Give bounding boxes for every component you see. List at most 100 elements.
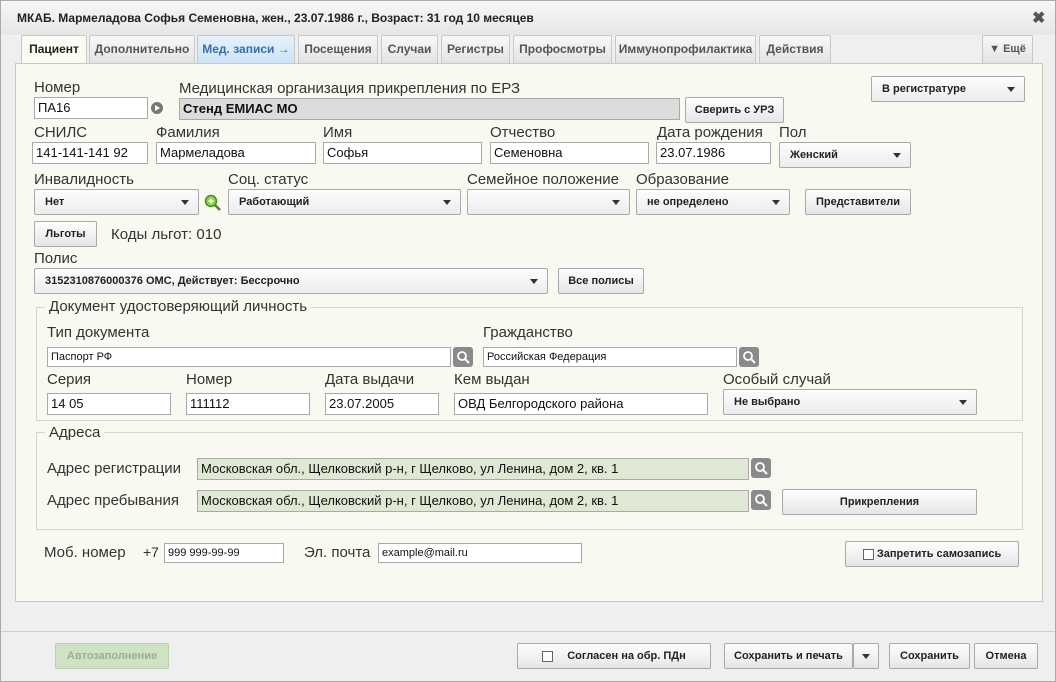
forbid-self-booking-button[interactable]: Запретить самозапись: [845, 541, 1019, 567]
reg-address-input[interactable]: Московская обл., Щелковский р-н, г Щелко…: [197, 458, 749, 480]
doc-type-label: Тип документа: [47, 324, 150, 341]
chevron-down-icon: [772, 200, 780, 205]
window-title: МКАБ. Мармеладова Софья Семеновна, жен.,…: [17, 11, 534, 25]
consent-pd-button[interactable]: Согласен на обр. ПДн: [517, 643, 711, 669]
doc-number-label: Номер: [186, 371, 233, 388]
issued-by-label: Кем выдан: [454, 371, 530, 388]
stay-address-label: Адрес пребывания: [47, 492, 180, 509]
reg-address-search-icon[interactable]: [751, 458, 771, 478]
tab-immunization[interactable]: Иммунопрофилактика: [615, 35, 756, 63]
title-bar: МКАБ. Мармеладова Софья Семеновна, жен.,…: [1, 1, 1055, 35]
social-status-value: Работающий: [239, 196, 310, 208]
policy-select[interactable]: 3152310876000376 ОМС, Действует: Бессроч…: [34, 268, 548, 294]
verify-urz-button[interactable]: Сверить с УРЗ: [685, 97, 784, 123]
tab-patient[interactable]: Пациент: [21, 35, 87, 65]
doc-type-input[interactable]: Паспорт РФ: [47, 347, 451, 367]
mobile-input[interactable]: 999 999-99-99: [164, 543, 284, 563]
representatives-button[interactable]: Представители: [805, 189, 911, 215]
education-select[interactable]: не определено: [636, 189, 790, 215]
citizenship-search-icon[interactable]: [739, 347, 759, 367]
series-input[interactable]: 14 05: [47, 393, 171, 415]
issue-date-input[interactable]: 23.07.2005: [325, 393, 439, 415]
mobile-prefix: +7: [143, 544, 159, 560]
cancel-button[interactable]: Отмена: [974, 643, 1038, 669]
tab-checkups[interactable]: Профосмотры: [513, 35, 612, 63]
email-input[interactable]: example@mail.ru: [378, 543, 582, 563]
save-button[interactable]: Сохранить: [889, 643, 970, 669]
chevron-down-icon: [612, 200, 620, 205]
social-status-select[interactable]: Работающий: [228, 189, 461, 215]
citizenship-input[interactable]: Российская Федерация: [483, 347, 737, 367]
patronymic-label: Отчество: [490, 124, 556, 141]
special-case-select[interactable]: Не выбрано: [723, 389, 977, 415]
marital-select[interactable]: [467, 189, 630, 215]
citizenship-label: Гражданство: [483, 324, 573, 341]
close-icon[interactable]: ✖: [1032, 8, 1045, 28]
tab-med-records[interactable]: Мед. записи →: [197, 35, 295, 63]
education-label: Образование: [636, 171, 729, 188]
registry-state-value: В регистратуре: [882, 83, 966, 95]
mo-input: Стенд ЕМИАС МО: [179, 98, 680, 120]
mobile-label: Моб. номер: [44, 544, 126, 561]
reg-address-label: Адрес регистрации: [47, 460, 182, 477]
special-case-label: Особый случай: [723, 371, 831, 388]
patient-card-window: МКАБ. Мармеладова Софья Семеновна, жен.,…: [0, 0, 1056, 682]
issue-date-label: Дата выдачи: [325, 371, 415, 388]
snils-label: СНИЛС: [34, 124, 88, 141]
doc-number-input[interactable]: 111112: [186, 393, 310, 415]
chevron-down-icon: [959, 400, 967, 405]
registry-state-select[interactable]: В регистратуре: [871, 76, 1025, 102]
checkbox-icon: [862, 548, 874, 560]
social-status-label: Соц. статус: [228, 171, 309, 188]
series-label: Серия: [47, 371, 92, 388]
tab-cases[interactable]: Случаи: [381, 35, 438, 63]
firstname-input[interactable]: Софья: [323, 142, 482, 164]
checkbox-icon: [542, 650, 554, 662]
stay-address-input[interactable]: Московская обл., Щелковский р-н, г Щелко…: [197, 490, 749, 512]
special-case-value: Не выбрано: [734, 396, 801, 408]
tab-more[interactable]: ▼ Ещё: [982, 35, 1033, 63]
tab-registers[interactable]: Регистры: [441, 35, 510, 63]
chevron-down-icon: [893, 153, 901, 158]
tab-actions[interactable]: Действия: [759, 35, 831, 63]
tab-additional[interactable]: Дополнительно: [89, 35, 195, 63]
marital-label: Семейное положение: [467, 171, 619, 188]
disability-value: Нет: [45, 196, 65, 208]
issued-by-input[interactable]: ОВД Белгородского района: [454, 393, 708, 415]
lastname-label: Фамилия: [156, 124, 220, 141]
education-value: не определено: [647, 196, 729, 208]
stay-address-search-icon[interactable]: [751, 490, 771, 510]
add-zoom-icon[interactable]: [204, 194, 222, 212]
identity-document-legend: Документ удостоверяющий личность: [45, 298, 312, 315]
autofill-button[interactable]: Автозаполнение: [55, 643, 169, 669]
nomer-label: Номер: [34, 79, 81, 96]
arrow-right-icon[interactable]: [151, 102, 163, 114]
benefits-button[interactable]: Льготы: [34, 221, 97, 247]
chevron-down-icon: [862, 654, 870, 659]
disability-select[interactable]: Нет: [34, 189, 199, 215]
email-label: Эл. почта: [304, 544, 371, 561]
chevron-down-icon: [1007, 87, 1015, 92]
patronymic-input[interactable]: Семеновна: [490, 142, 649, 164]
firstname-label: Имя: [323, 124, 353, 141]
snils-input[interactable]: 141-141-141 92: [32, 142, 148, 164]
sex-select[interactable]: Женский: [779, 142, 911, 168]
consent-pd-label: Согласен на обр. ПДн: [567, 650, 686, 662]
attachments-button[interactable]: Прикрепления: [782, 489, 977, 515]
all-policies-button[interactable]: Все полисы: [558, 268, 644, 294]
dob-input[interactable]: 23.07.1986: [656, 142, 771, 164]
policy-label: Полис: [34, 250, 78, 267]
save-print-dropdown[interactable]: [853, 643, 879, 669]
chevron-down-icon: [443, 200, 451, 205]
nomer-input[interactable]: ПА16: [34, 97, 148, 119]
lastname-input[interactable]: Мармеладова: [156, 142, 316, 164]
save-print-button[interactable]: Сохранить и печать: [724, 643, 853, 669]
sex-label: Пол: [779, 124, 807, 141]
tab-visits[interactable]: Посещения: [298, 35, 378, 63]
mo-label: Медицинская организация прикрепления по …: [179, 80, 521, 97]
addresses-legend: Адреса: [45, 424, 105, 441]
doc-type-search-icon[interactable]: [453, 347, 473, 367]
addresses-section: [36, 432, 1023, 530]
forbid-self-booking-label: Запретить самозапись: [876, 548, 1002, 560]
benefit-codes: Коды льгот: 010: [111, 226, 222, 243]
